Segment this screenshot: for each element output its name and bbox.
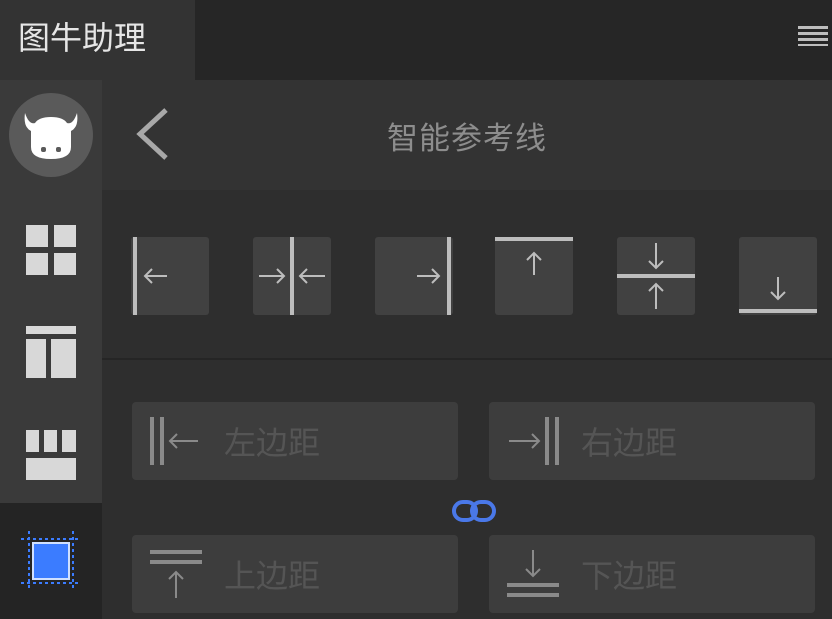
sidebar-item-home[interactable]	[0, 80, 102, 190]
grid-2x2-icon	[26, 225, 76, 275]
hamburger-menu-icon[interactable]	[798, 26, 828, 46]
top-margin-placeholder: 上边距	[224, 557, 321, 595]
chevron-left-icon	[136, 108, 168, 160]
guides-frame-icon	[21, 531, 81, 591]
left-margin-placeholder: 左边距	[224, 424, 321, 462]
link-icon[interactable]	[452, 499, 496, 523]
panel-header: 智能参考线	[102, 80, 832, 190]
sidebar-item-grid[interactable]	[0, 200, 102, 300]
right-margin-placeholder: 右边距	[581, 424, 678, 462]
margin-top-icon	[150, 550, 202, 598]
guide-horizontal-center-icon	[617, 243, 695, 309]
sidebar-item-layout[interactable]	[0, 302, 102, 402]
bottom-margin-placeholder: 下边距	[581, 557, 678, 595]
sidebar	[0, 80, 102, 619]
guide-top-icon	[495, 237, 573, 275]
margin-bottom-icon	[507, 550, 559, 597]
guide-vertical-center-icon	[259, 237, 325, 315]
guide-right-icon	[417, 237, 451, 315]
layout-template-icon	[26, 326, 76, 378]
top-bar: 图牛助理	[0, 0, 832, 80]
guide-bottom-icon	[739, 277, 817, 313]
sidebar-item-columns[interactable]	[0, 405, 102, 505]
margin-right-icon	[509, 417, 559, 465]
sidebar-item-guides[interactable]	[0, 503, 102, 619]
guide-top-button[interactable]	[495, 237, 573, 315]
guide-left-icon	[133, 237, 167, 315]
main-panel: 智能参考线 左边距 右边距 上边距 下边距	[102, 80, 832, 619]
bottom-margin-field[interactable]: 下边距	[489, 535, 815, 613]
section-divider	[102, 358, 832, 360]
back-button[interactable]	[132, 106, 172, 162]
columns-layout-icon	[26, 430, 76, 480]
top-margin-field[interactable]: 上边距	[132, 535, 458, 613]
right-margin-field[interactable]: 右边距	[489, 402, 815, 480]
page-title: 智能参考线	[387, 121, 547, 157]
guide-left-button[interactable]	[131, 237, 209, 315]
guide-horizontal-center-button[interactable]	[617, 237, 695, 315]
guide-right-button[interactable]	[375, 237, 453, 315]
margin-left-icon	[150, 417, 198, 465]
cow-logo-icon	[9, 93, 93, 177]
guide-vertical-center-button[interactable]	[253, 237, 331, 315]
left-margin-field[interactable]: 左边距	[132, 402, 458, 480]
app-title: 图牛助理	[0, 0, 195, 80]
guide-bottom-button[interactable]	[739, 237, 817, 315]
